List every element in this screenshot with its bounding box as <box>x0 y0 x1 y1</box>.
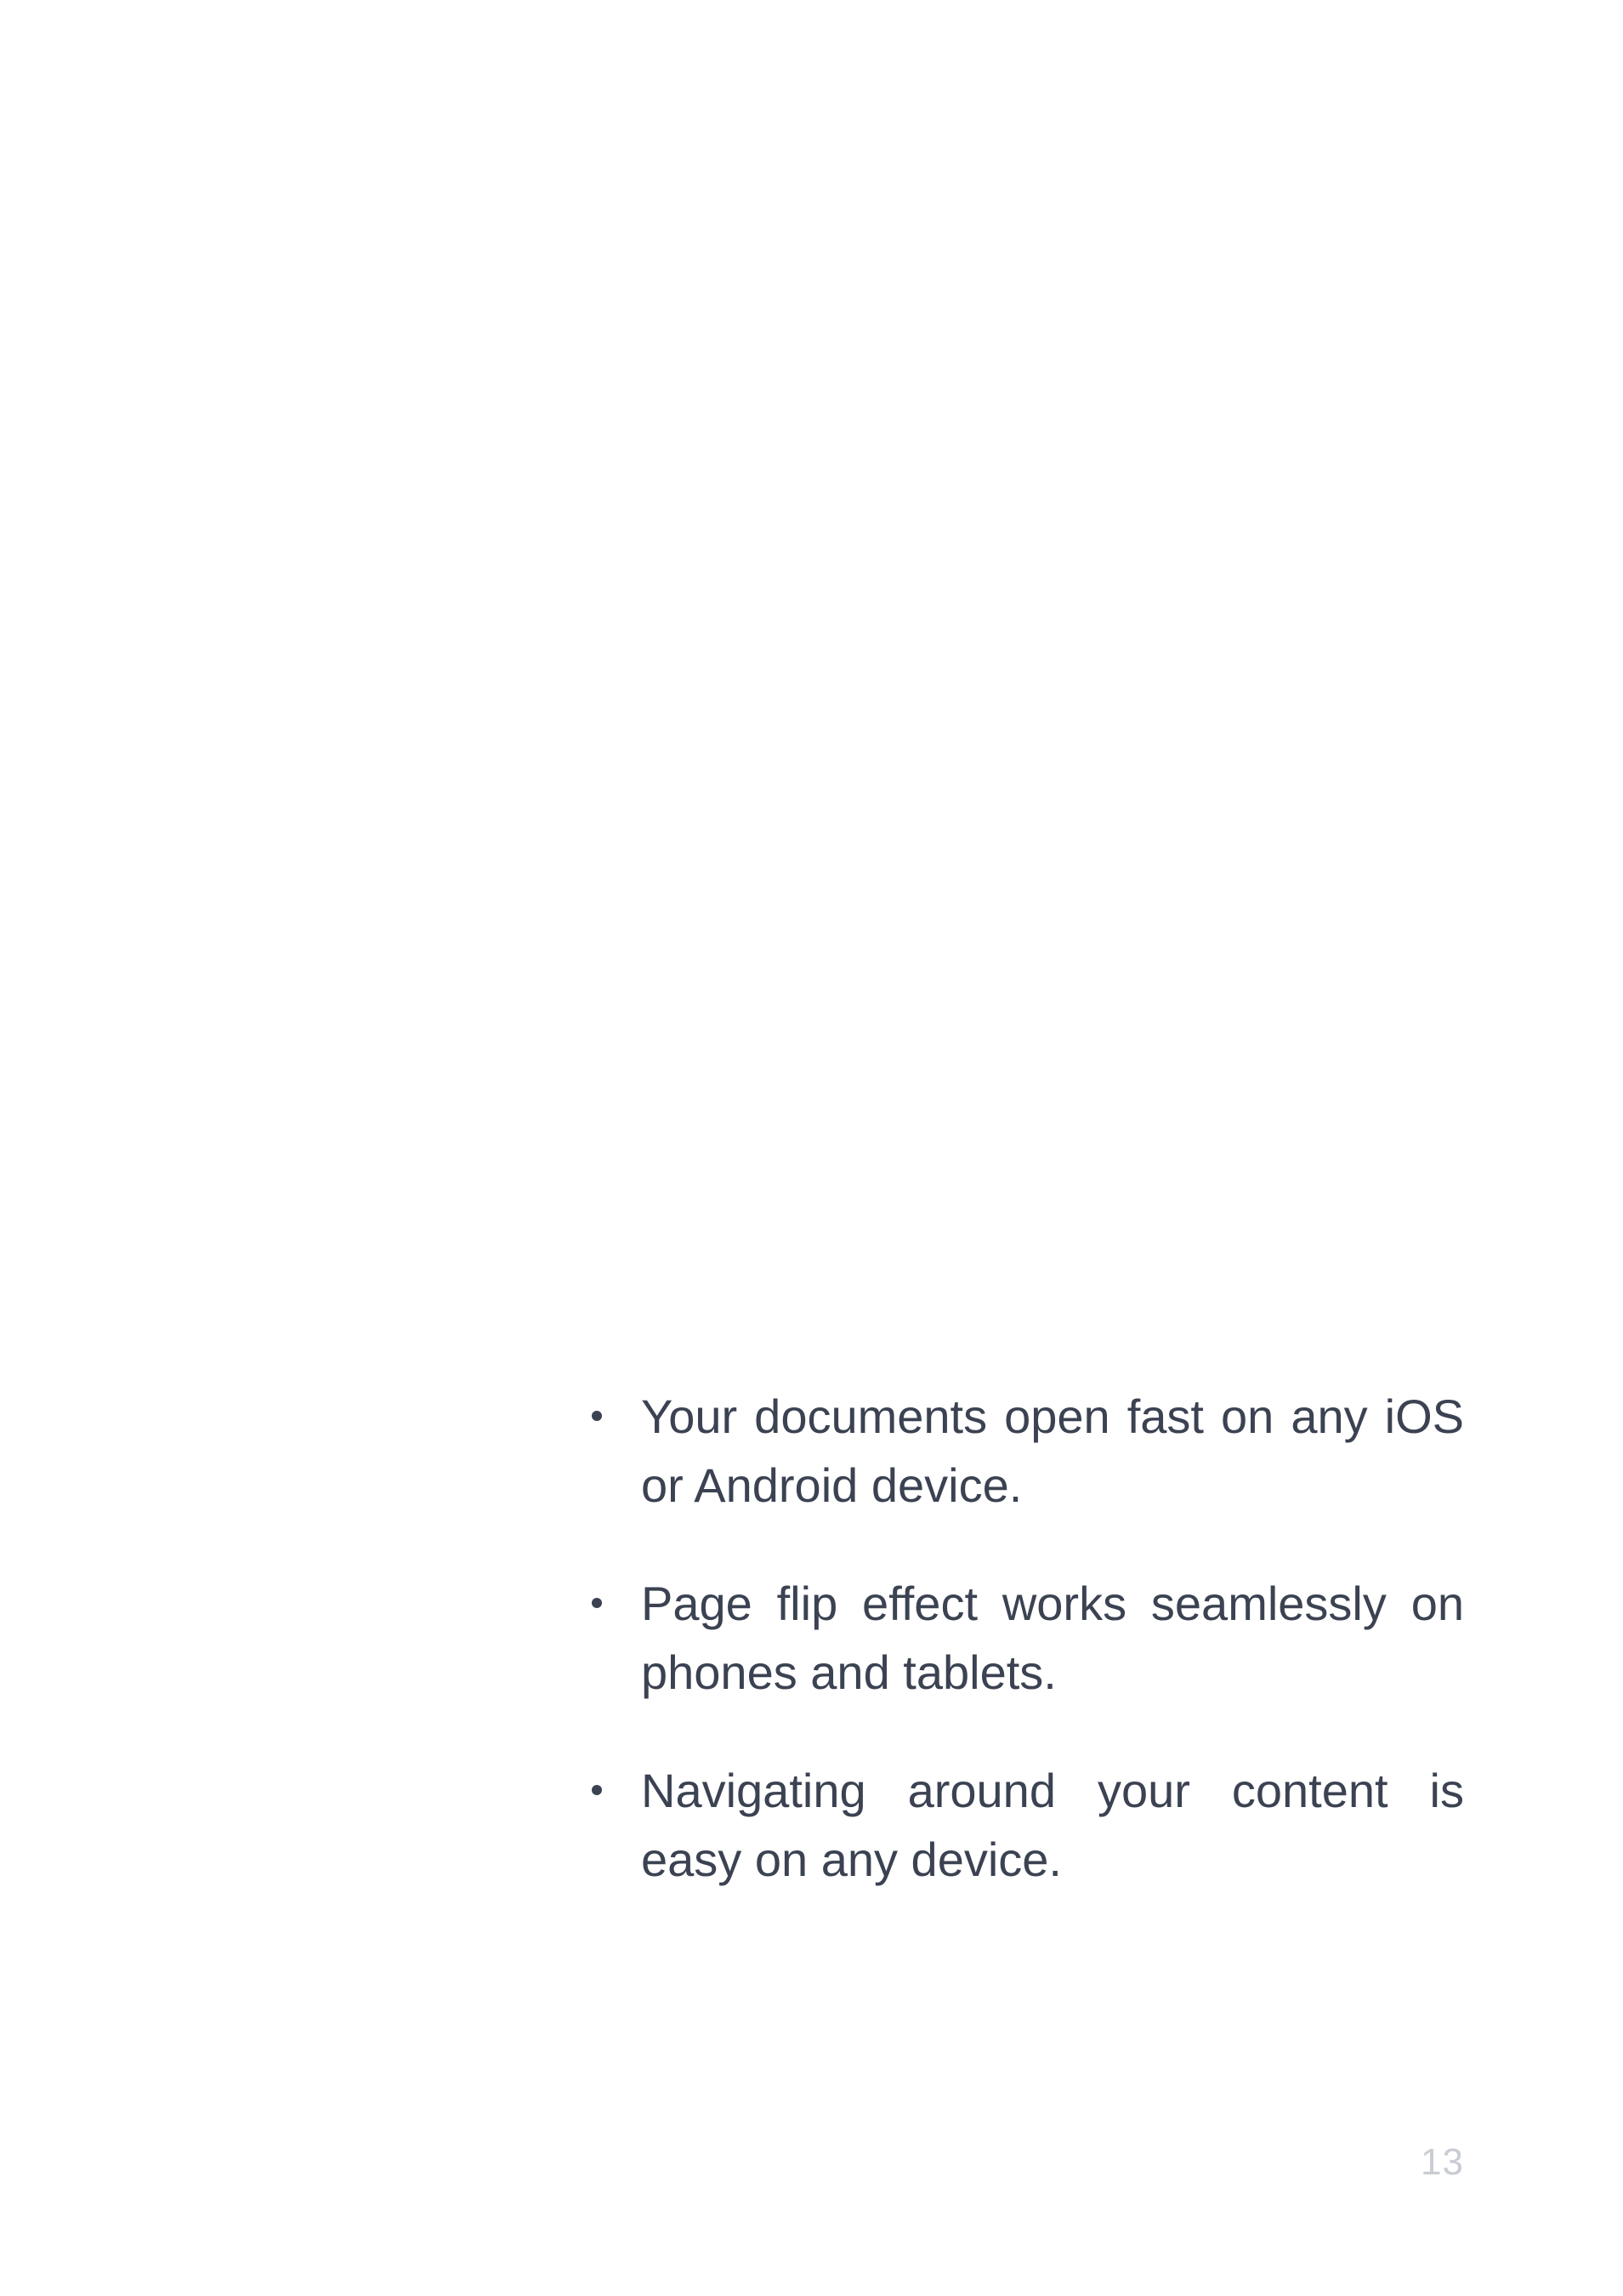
bullet-text: Your documents open fast on any iOS or A… <box>641 1390 1464 1512</box>
bullet-text: Navigating around your content is easy o… <box>641 1764 1464 1886</box>
bullet-item-page-flip: Page flip effect works seamlessly on pho… <box>587 1569 1464 1707</box>
bullet-text: Page flip effect works seamlessly on pho… <box>641 1577 1464 1699</box>
bullet-dot-icon <box>592 1411 602 1421</box>
bullet-item-navigation: Navigating around your content is easy o… <box>587 1756 1464 1894</box>
bullet-dot-icon <box>592 1598 602 1608</box>
bullet-item-fast-open: Your documents open fast on any iOS or A… <box>587 1382 1464 1520</box>
feature-bullet-list: Your documents open fast on any iOS or A… <box>587 1382 1464 1943</box>
page-number: 13 <box>1421 2141 1464 2183</box>
document-page: Your documents open fast on any iOS or A… <box>0 0 1623 2296</box>
bullet-dot-icon <box>592 1785 602 1795</box>
